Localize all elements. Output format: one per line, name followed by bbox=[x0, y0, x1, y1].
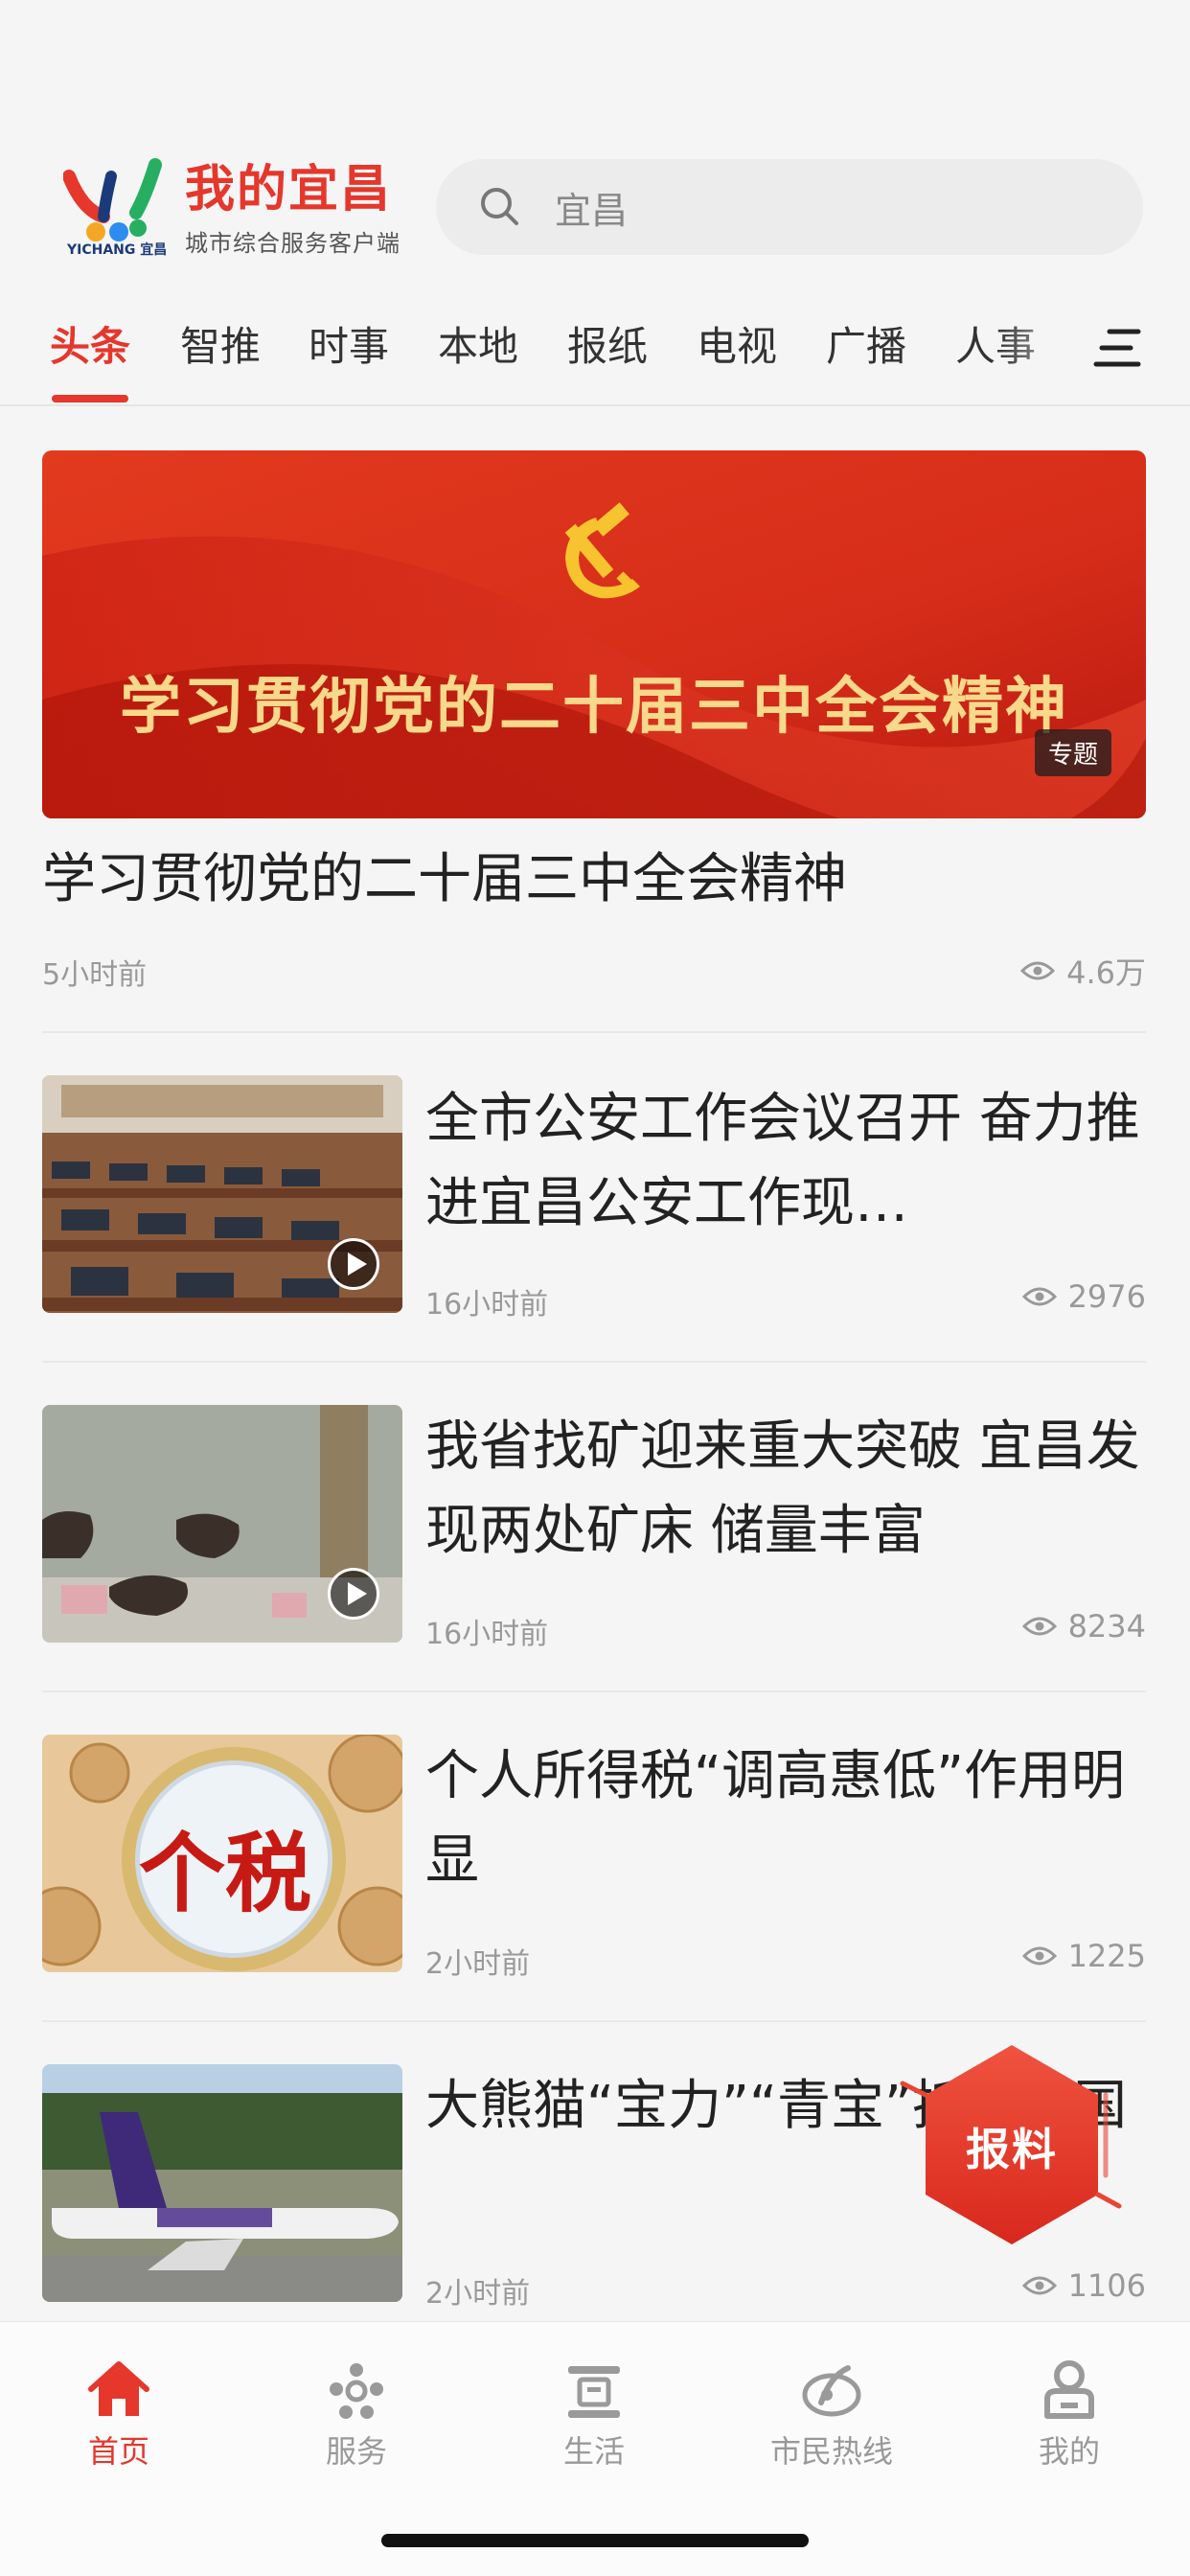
play-icon[interactable] bbox=[328, 1238, 379, 1290]
profile-icon bbox=[1044, 2360, 1094, 2419]
nav-label: 生活 bbox=[562, 2433, 625, 2470]
views-count: 2976 bbox=[1067, 1278, 1146, 1315]
thumbnail-image bbox=[42, 2064, 402, 2302]
search-placeholder: 宜昌 bbox=[555, 189, 629, 232]
views-count: 8234 bbox=[1067, 1608, 1146, 1644]
tab-local[interactable]: 本地 bbox=[438, 314, 518, 373]
nav-label: 市民热线 bbox=[769, 2433, 893, 2470]
divider bbox=[42, 1031, 1146, 1033]
views-count: 4.6万 bbox=[1066, 954, 1146, 991]
topic-tag: 专题 bbox=[1034, 729, 1111, 776]
channel-menu-icon[interactable] bbox=[1092, 324, 1142, 372]
tab-recommend[interactable]: 智推 bbox=[180, 314, 261, 373]
home-icon bbox=[88, 2361, 149, 2416]
news-time: 16小时前 bbox=[425, 1288, 549, 1322]
home-indicator bbox=[381, 2534, 809, 2547]
nav-hotline[interactable]: 市民热线 bbox=[736, 2357, 927, 2472]
news-title[interactable]: 我省找矿迎来重大突破 宜昌发现两处矿床 储量丰富 bbox=[425, 1405, 1146, 1574]
report-button[interactable]: 报料 bbox=[897, 2032, 1127, 2262]
news-views: 8234 bbox=[1021, 1608, 1146, 1644]
eye-icon bbox=[1021, 2276, 1057, 2295]
channel-tabs: 头条 智推 时事 本地 报纸 电视 广播 人事 bbox=[0, 289, 1190, 406]
tab-fade bbox=[996, 289, 1102, 395]
news-thumb-tax[interactable]: 个税 bbox=[42, 1735, 402, 1972]
nav-label: 首页 bbox=[87, 2433, 149, 2470]
news-time: 2小时前 bbox=[425, 1947, 531, 1981]
brand-subtitle: 城市综合服务客户端 bbox=[185, 230, 400, 257]
tab-current-affairs[interactable]: 时事 bbox=[309, 314, 389, 373]
nav-label: 我的 bbox=[1038, 2433, 1100, 2470]
brand: 我的宜昌 城市综合服务客户端 bbox=[185, 161, 400, 258]
brand-title: 我的宜昌 bbox=[185, 161, 393, 218]
play-icon[interactable] bbox=[328, 1568, 379, 1620]
feature-title[interactable]: 学习贯彻党的二十届三中全会精神 bbox=[42, 836, 847, 913]
news-title[interactable]: 个人所得税“调高惠低”作用明显 bbox=[425, 1735, 1146, 1903]
news-views: 2976 bbox=[1021, 1278, 1146, 1315]
logo-caption: YICHANG 宜昌 bbox=[67, 242, 168, 258]
news-views: 1106 bbox=[1021, 2267, 1146, 2304]
news-thumb-police-meeting[interactable] bbox=[42, 1075, 402, 1313]
service-icon bbox=[330, 2363, 383, 2419]
search-bar[interactable]: 宜昌 bbox=[436, 159, 1143, 255]
report-label: 报料 bbox=[966, 2124, 1058, 2175]
news-title[interactable]: 全市公安工作会议召开 奋力推进宜昌公安工作现… bbox=[425, 1077, 1146, 1246]
active-tab-indicator bbox=[52, 395, 128, 402]
tab-newspaper[interactable]: 报纸 bbox=[567, 314, 648, 373]
divider bbox=[42, 1690, 1146, 1692]
divider bbox=[42, 1361, 1146, 1363]
life-icon bbox=[568, 2366, 620, 2418]
news-thumb-mineral[interactable] bbox=[42, 1405, 402, 1643]
hotline-icon bbox=[802, 2365, 861, 2417]
nav-label: 服务 bbox=[325, 2433, 387, 2470]
news-time: 16小时前 bbox=[425, 1618, 549, 1651]
tab-headline[interactable]: 头条 bbox=[50, 314, 130, 373]
feature-time: 5小时前 bbox=[42, 958, 148, 992]
news-time: 2小时前 bbox=[425, 2277, 531, 2311]
tab-tv[interactable]: 电视 bbox=[697, 314, 777, 373]
news-views: 1225 bbox=[1021, 1938, 1146, 1974]
eye-icon bbox=[1020, 961, 1056, 980]
nav-life[interactable]: 生活 bbox=[498, 2357, 690, 2472]
banner-image bbox=[42, 450, 1146, 818]
nav-service[interactable]: 服务 bbox=[261, 2357, 452, 2472]
nav-home[interactable]: 首页 bbox=[23, 2357, 215, 2472]
views-count: 1225 bbox=[1067, 1938, 1146, 1974]
thumb-tax-text: 个税 bbox=[139, 1824, 311, 1924]
eye-icon bbox=[1021, 1946, 1057, 1966]
banner-text: 学习贯彻党的二十届三中全会精神 bbox=[120, 671, 1068, 743]
feature-views: 4.6万 bbox=[1020, 949, 1146, 993]
eye-icon bbox=[1021, 1287, 1057, 1306]
page: YICHANG 宜昌 我的宜昌 城市综合服务客户端 宜昌 头条 智推 时事 本地… bbox=[0, 0, 1190, 2576]
feature-banner[interactable]: 学习贯彻党的二十届三中全会精神 专题 bbox=[42, 450, 1146, 818]
divider bbox=[42, 2020, 1146, 2022]
eye-icon bbox=[1021, 1617, 1057, 1636]
tab-radio[interactable]: 广播 bbox=[826, 314, 906, 373]
nav-profile[interactable]: 我的 bbox=[973, 2357, 1165, 2472]
views-count: 1106 bbox=[1067, 2267, 1146, 2304]
app-header: YICHANG 宜昌 我的宜昌 城市综合服务客户端 宜昌 bbox=[0, 144, 1190, 278]
search-icon bbox=[481, 188, 518, 225]
news-thumb-panda[interactable] bbox=[42, 2064, 402, 2302]
